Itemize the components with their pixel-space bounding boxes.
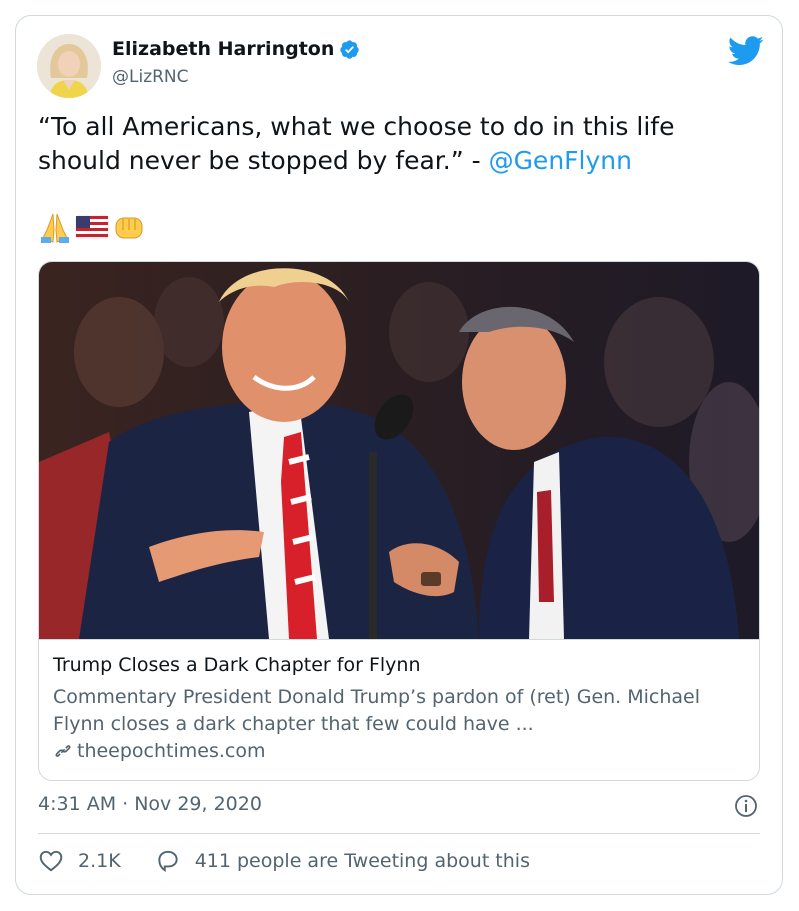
link-description: Commentary President Donald Trump’s pard… [53,686,701,735]
tweeting-about-action[interactable]: 411 people are Tweeting about this [155,848,530,874]
link-domain: theepochtimes.com [77,740,266,762]
author-name-row: Elizabeth Harrington [112,38,360,60]
mention-link[interactable]: @GenFlynn [489,146,632,175]
link-title[interactable]: Trump Closes a Dark Chapter for Flynn [53,654,421,676]
folded-hands-emoji [41,213,69,243]
tweet-timestamp[interactable]: 4:31 AM · Nov 29, 2020 [38,793,262,815]
link-icon [55,745,71,757]
twitter-logo-icon[interactable] [728,36,764,66]
us-flag-emoji [75,215,109,239]
link-preview-card[interactable]: Trump Closes a Dark Chapter for Flynn Co… [38,261,760,781]
link-preview-image[interactable] [39,262,760,639]
link-preview-body: Trump Closes a Dark Chapter for Flynn Co… [39,639,759,780]
tweet-text: “To all Americans, what we choose to do … [38,110,758,178]
tweet-card[interactable]: Elizabeth Harrington @LizRNC “To all Ame… [15,15,783,895]
divider [38,833,760,834]
info-icon[interactable] [734,794,758,818]
verified-icon [340,39,360,59]
avatar[interactable] [37,34,101,98]
oncoming-fist-emoji [115,217,143,239]
author-display-name[interactable]: Elizabeth Harrington [112,38,334,60]
tweeting-about-count: 411 people are Tweeting about this [194,850,530,872]
link-domain-row: theepochtimes.com [53,740,266,762]
heart-icon[interactable] [38,848,64,874]
author-handle[interactable]: @LizRNC [112,67,189,87]
action-row: 2.1K 411 people are Tweeting about this [38,848,530,874]
emoji-row [38,210,146,244]
like-action[interactable]: 2.1K [38,848,121,874]
like-count: 2.1K [78,850,121,872]
reply-bubble-icon[interactable] [155,848,181,874]
